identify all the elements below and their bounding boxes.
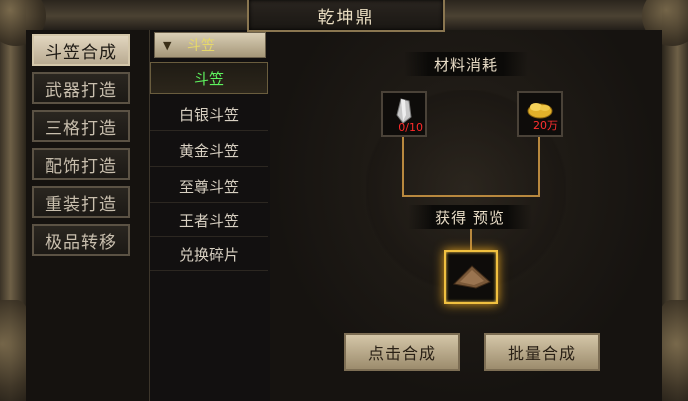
connector-line (402, 195, 540, 197)
triangle-down-icon: ▼ (163, 38, 172, 52)
tab-transfer[interactable]: 极品转移 (32, 224, 130, 256)
tab-three-slot-forge[interactable]: 三格打造 (32, 110, 130, 142)
result-preview-slot[interactable] (444, 250, 498, 304)
material-slot[interactable]: 20万 (517, 91, 563, 137)
list-item[interactable]: 王者斗笠 (150, 204, 268, 237)
material-count: 0/10 (398, 121, 423, 134)
connector-line (402, 137, 404, 197)
connector-line (538, 137, 540, 197)
compose-pane: 材料消耗 0/10 20万 获得 预览 点击合成 批量合成 (270, 30, 662, 401)
game-window: 斗笠合成 武器打造 三格打造 配饰打造 重装打造 极品转移 ▼ 斗笠 斗笠 白银… (0, 0, 688, 401)
list-category-header[interactable]: ▼ 斗笠 (154, 32, 266, 58)
list-item[interactable]: 斗笠 (150, 62, 268, 94)
content-area: 斗笠合成 武器打造 三格打造 配饰打造 重装打造 极品转移 ▼ 斗笠 斗笠 白银… (26, 30, 662, 401)
window-title: 乾坤鼎 (317, 7, 375, 28)
tab-heavy-armor-forge[interactable]: 重装打造 (32, 186, 130, 218)
connector-line (470, 229, 472, 250)
list-item[interactable]: 至尊斗笠 (150, 170, 268, 203)
tab-hat-compose[interactable]: 斗笠合成 (32, 34, 130, 66)
list-item[interactable]: 白银斗笠 (150, 98, 268, 131)
window-title-plate: 乾坤鼎 (247, 0, 445, 32)
compose-button[interactable]: 点击合成 (344, 333, 460, 371)
tab-weapon-forge[interactable]: 武器打造 (32, 72, 130, 104)
materials-title: 材料消耗 (404, 52, 528, 76)
category-label: 斗笠 (187, 38, 215, 54)
gold-amount: 20万 (533, 119, 558, 132)
list-item[interactable]: 黄金斗笠 (150, 134, 268, 167)
material-slot[interactable]: 0/10 (381, 91, 427, 137)
hat-icon (452, 265, 491, 289)
list-item[interactable]: 兑换碎片 (150, 238, 268, 271)
tab-accessory-forge[interactable]: 配饰打造 (32, 148, 130, 180)
preview-title: 获得 预览 (408, 205, 532, 229)
batch-compose-button[interactable]: 批量合成 (484, 333, 600, 371)
